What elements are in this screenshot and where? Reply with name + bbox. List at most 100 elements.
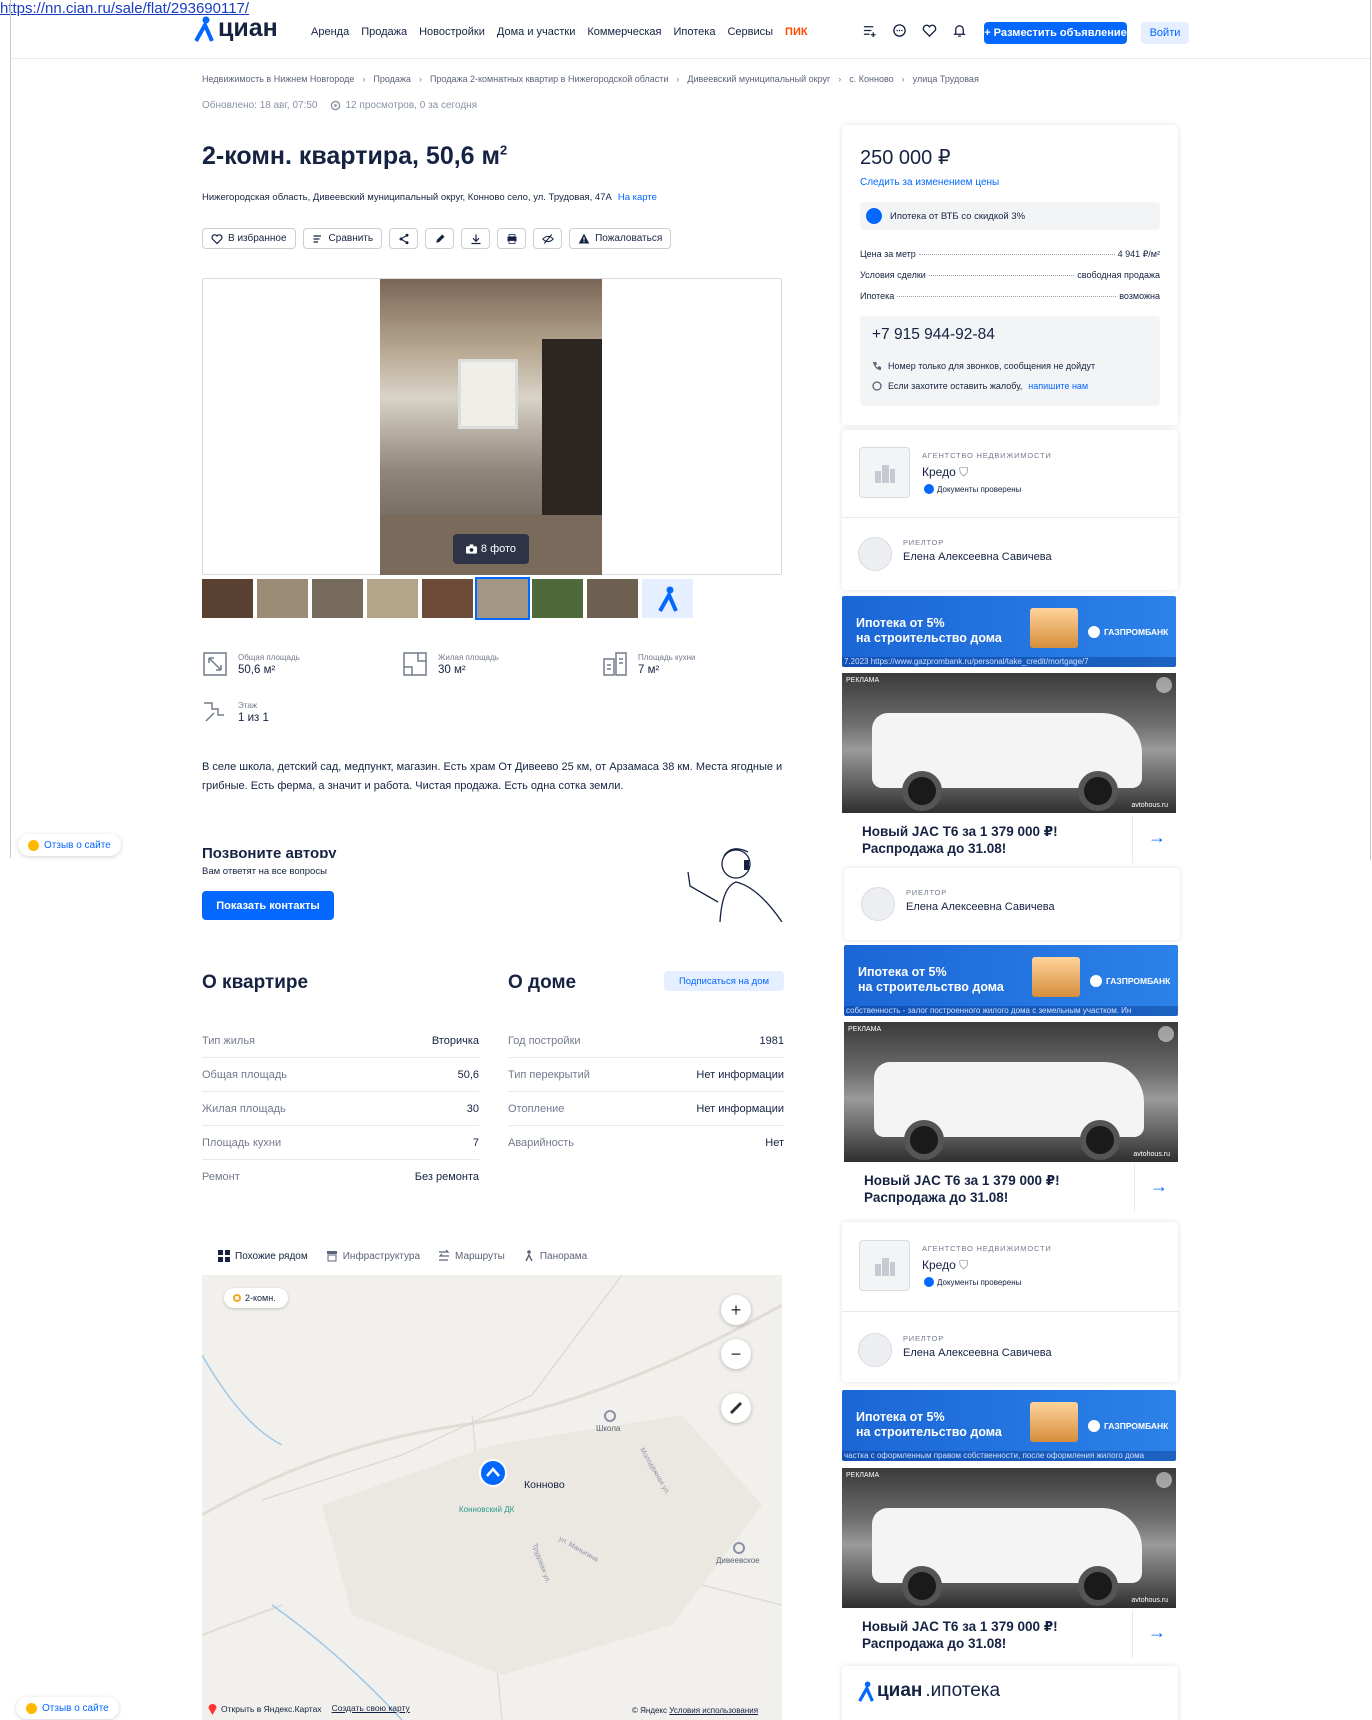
chat-icon[interactable] xyxy=(892,23,907,38)
breadcrumb-item[interactable]: улица Трудовая xyxy=(913,74,979,84)
photo-thumbnail[interactable] xyxy=(257,579,308,618)
route-icon xyxy=(438,1250,450,1261)
info-icon[interactable] xyxy=(1156,1472,1172,1488)
breadcrumb-item[interactable]: Недвижимость в Нижнем Новгороде xyxy=(202,74,354,84)
agency-logo[interactable] xyxy=(859,1240,910,1291)
car-ad-title[interactable]: Новый JAC T6 за 1 379 000 ₽! Распродажа … xyxy=(842,815,1176,865)
house-row-value: Нет информации xyxy=(696,1068,784,1081)
photo-thumbnail[interactable] xyxy=(367,579,418,618)
open-yandex-link[interactable]: Открыть в Яндекс.Картах xyxy=(208,1703,322,1715)
feedback-button[interactable]: Отзыв о сайте xyxy=(18,834,121,856)
photo-thumbnail[interactable] xyxy=(422,579,473,618)
phone-number[interactable]: +7 915 944-92-84 xyxy=(872,326,995,344)
avatar[interactable] xyxy=(858,537,892,571)
arrow-right-icon[interactable]: → xyxy=(1148,827,1166,848)
ad-tag: РЕКЛАМА xyxy=(846,1472,880,1479)
realtor-name[interactable]: Елена Алексеевна Савичева xyxy=(906,901,1055,913)
gazprom-banner[interactable]: Ипотека от 5% на строительство дома ГАЗПР… xyxy=(842,1390,1176,1461)
edit-button[interactable] xyxy=(425,228,455,249)
track-price-link[interactable]: Следить за изменением цены xyxy=(860,177,999,188)
gazprom-banner[interactable]: Ипотека от 5% на строительство дома ГАЗПР… xyxy=(842,596,1176,667)
nav-item-commercial[interactable]: Коммерческая xyxy=(587,26,661,38)
camera-icon xyxy=(465,544,477,554)
nav-item-sale[interactable]: Продажа xyxy=(361,26,407,38)
plus-icon: + xyxy=(730,1299,742,1320)
zoom-out-button[interactable]: − xyxy=(721,1339,751,1369)
nav-item-houses[interactable]: Дома и участки xyxy=(497,26,575,38)
show-contacts-button[interactable]: Показать контакты xyxy=(202,891,334,920)
ruler-button[interactable] xyxy=(721,1393,751,1423)
create-map-link[interactable]: Создать свою карту xyxy=(332,1703,410,1715)
nav-item-rent[interactable]: Аренда xyxy=(311,26,349,38)
breadcrumb-item[interactable]: Продажа xyxy=(373,74,411,84)
poi-icon[interactable] xyxy=(733,1542,745,1554)
subscribe-house-button[interactable]: Подписаться на дом xyxy=(664,971,784,991)
map-filter-chip[interactable]: 2-комн. xyxy=(224,1288,288,1308)
photo-thumbnail[interactable] xyxy=(312,579,363,618)
agency-logo[interactable] xyxy=(859,447,910,498)
post-ad-button[interactable]: + Разместить объявление xyxy=(984,22,1127,44)
terms-link[interactable]: Условия использования xyxy=(669,1706,758,1715)
house-row: Отопление Нет информации xyxy=(508,1092,784,1126)
compare-list-icon[interactable] xyxy=(862,23,877,38)
photo-thumbnail[interactable] xyxy=(532,579,583,618)
map-area[interactable] xyxy=(202,1275,782,1720)
realtor-name[interactable]: Елена Алексеевна Савичева xyxy=(903,551,1052,563)
breadcrumb-item[interactable]: с. Конново xyxy=(849,74,893,84)
report-button[interactable]: Пожаловаться xyxy=(569,228,672,249)
print-button[interactable] xyxy=(497,228,527,249)
gazprom-banner[interactable]: Ипотека от 5% на строительство дома ГАЗПР… xyxy=(844,945,1178,1016)
ad-tag: РЕКЛАМА xyxy=(846,677,880,684)
nav-item-mortgage[interactable]: Ипотека xyxy=(674,26,716,38)
arrow-right-icon[interactable]: → xyxy=(1150,1176,1168,1197)
zoom-in-button[interactable]: + xyxy=(721,1295,751,1325)
avatar[interactable] xyxy=(861,887,895,921)
photo-count-badge[interactable]: 8 фото xyxy=(453,534,529,564)
feedback-button[interactable]: Отзыв о сайте xyxy=(16,1697,119,1719)
car-ad-title[interactable]: Новый JAC T6 за 1 379 000 ₽! Распродажа … xyxy=(842,1610,1176,1660)
car-ad-image[interactable]: РЕКЛАМА avtohous.ru xyxy=(842,673,1176,813)
main-photo[interactable] xyxy=(380,279,602,575)
avatar[interactable] xyxy=(858,1333,892,1367)
car-ad-title[interactable]: Новый JAC T6 за 1 379 000 ₽! Распродажа … xyxy=(844,1164,1178,1214)
heart-icon[interactable] xyxy=(922,23,937,38)
location-pin-icon[interactable] xyxy=(478,1458,508,1496)
mortgage-offer[interactable]: Ипотека от ВТБ со скидкой 3% xyxy=(860,202,1160,230)
cian-mortgage-logo[interactable]: циан .ипотека xyxy=(858,1680,1000,1702)
info-icon[interactable] xyxy=(1156,677,1172,693)
cian-logo[interactable]: циан xyxy=(194,14,278,43)
photo-thumbnail-cian[interactable] xyxy=(642,579,693,618)
write-us-link[interactable]: напишите нам xyxy=(1028,381,1088,391)
kv-value: 4 941 ₽/м² xyxy=(1117,249,1160,259)
bell-icon[interactable] xyxy=(952,23,967,38)
breadcrumb-item[interactable]: Продажа 2-комнатных квартир в Нижегородс… xyxy=(430,74,668,84)
photo-thumbnail[interactable] xyxy=(475,577,530,620)
tab-routes[interactable]: Маршруты xyxy=(438,1250,505,1262)
agency-name-text: Кредо xyxy=(922,465,956,479)
share-button[interactable] xyxy=(389,228,419,249)
phone-icon xyxy=(873,362,881,370)
nav-item-pik[interactable]: ПИК xyxy=(785,26,808,38)
photo-thumbnail[interactable] xyxy=(587,579,638,618)
car-ad-image[interactable]: РЕКЛАМА avtohous.ru xyxy=(844,1022,1178,1162)
tab-infrastructure[interactable]: Инфраструктура xyxy=(326,1250,420,1262)
info-icon[interactable] xyxy=(1158,1026,1174,1042)
agency-name[interactable]: Кредо ⛉ xyxy=(922,465,968,480)
download-button[interactable] xyxy=(461,228,491,249)
arrow-right-icon[interactable]: → xyxy=(1148,1622,1166,1643)
login-button[interactable]: Войти xyxy=(1141,22,1189,44)
tab-panorama[interactable]: Панорама xyxy=(523,1250,587,1262)
compare-button[interactable]: Сравнить xyxy=(302,228,383,249)
tab-similar-nearby[interactable]: Похожие рядом xyxy=(218,1250,308,1262)
on-map-link[interactable]: На карте xyxy=(618,192,657,203)
school-poi-icon[interactable] xyxy=(604,1410,616,1422)
breadcrumb-item[interactable]: Дивеевский муниципальный округ xyxy=(687,74,830,84)
favorite-button[interactable]: В избранное xyxy=(202,228,296,249)
car-ad-image[interactable]: РЕКЛАМА avtohous.ru xyxy=(842,1468,1176,1608)
photo-thumbnail[interactable] xyxy=(202,579,253,618)
hide-button[interactable] xyxy=(533,228,563,249)
nav-item-new-buildings[interactable]: Новостройки xyxy=(419,26,485,38)
realtor-name[interactable]: Елена Алексеевна Савичева xyxy=(903,1347,1052,1359)
nav-item-services[interactable]: Сервисы xyxy=(727,26,773,38)
agency-name[interactable]: Кредо ⛉ xyxy=(922,1258,968,1273)
